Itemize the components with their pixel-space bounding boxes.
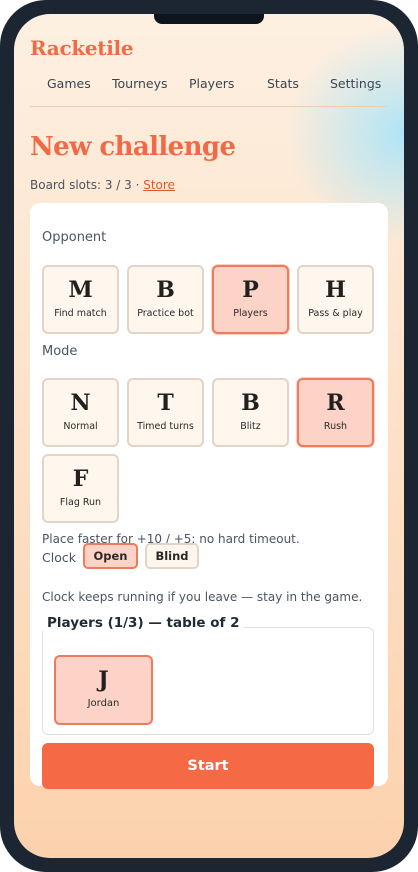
tile-letter: B bbox=[241, 390, 260, 416]
app-header: Racketile Games Tourneys Players Stats S… bbox=[14, 14, 404, 114]
clock-open-option[interactable]: Open bbox=[83, 543, 138, 569]
nav-tourneys[interactable]: Tourneys bbox=[112, 76, 168, 91]
tile-label: Rush bbox=[323, 421, 348, 432]
tile-label: Blitz bbox=[240, 421, 261, 432]
tile-letter: H bbox=[325, 277, 346, 303]
tile-label: Flag Run bbox=[59, 497, 102, 508]
challenge-form: Opponent M Find match B Practice bot P P… bbox=[30, 203, 388, 789]
board-slots-text: Board slots: 3 / 3 · bbox=[30, 178, 144, 192]
player-tile-jordan[interactable]: J Jordan bbox=[54, 655, 153, 725]
mode-blitz[interactable]: B Blitz bbox=[212, 378, 289, 447]
clock-label: Clock bbox=[42, 550, 76, 565]
nav-divider bbox=[30, 106, 388, 107]
tile-letter: M bbox=[68, 277, 93, 303]
tile-letter: F bbox=[72, 466, 89, 492]
player-initial: J bbox=[98, 667, 109, 693]
players-legend: Players (1/3) — table of 2 bbox=[42, 615, 245, 631]
phone-frame: Racketile Games Tourneys Players Stats S… bbox=[0, 0, 418, 872]
store-link[interactable]: Store bbox=[143, 178, 175, 192]
tile-letter: B bbox=[156, 277, 175, 303]
mode-timed-turns[interactable]: T Timed turns bbox=[127, 378, 204, 447]
tile-letter: P bbox=[242, 277, 259, 303]
tile-letter: N bbox=[70, 390, 91, 416]
start-button[interactable]: Start bbox=[42, 743, 374, 789]
nav-players[interactable]: Players bbox=[189, 76, 234, 91]
brand-logo[interactable]: Racketile bbox=[30, 36, 134, 60]
opponent-label: Opponent bbox=[42, 230, 107, 245]
mode-flag-run[interactable]: F Flag Run bbox=[42, 454, 119, 523]
clock-hint: Clock keeps running if you leave — stay … bbox=[42, 590, 363, 604]
app-screen: Racketile Games Tourneys Players Stats S… bbox=[14, 14, 404, 858]
opponent-players[interactable]: P Players bbox=[212, 265, 289, 334]
opponent-find-match[interactable]: M Find match bbox=[42, 265, 119, 334]
nav-settings[interactable]: Settings bbox=[330, 76, 381, 91]
tile-label: Practice bot bbox=[137, 308, 194, 319]
tile-label: Timed turns bbox=[137, 421, 194, 432]
clock-blind-option[interactable]: Blind bbox=[145, 543, 199, 569]
mode-label: Mode bbox=[42, 344, 78, 359]
board-slots: Board slots: 3 / 3 · Store bbox=[30, 178, 175, 192]
opponent-pass-and-play[interactable]: H Pass & play bbox=[297, 265, 374, 334]
mode-rush[interactable]: R Rush bbox=[297, 378, 374, 447]
main-nav: Games Tourneys Players Stats Settings bbox=[14, 76, 404, 98]
tile-label: Players bbox=[233, 308, 268, 319]
nav-stats[interactable]: Stats bbox=[267, 76, 299, 91]
mode-normal[interactable]: N Normal bbox=[42, 378, 119, 447]
opponent-practice-bot[interactable]: B Practice bot bbox=[127, 265, 204, 334]
tile-label: Pass & play bbox=[308, 308, 363, 319]
tile-letter: R bbox=[326, 390, 345, 416]
tile-letter: T bbox=[157, 390, 174, 416]
tile-label: Find match bbox=[54, 308, 107, 319]
player-name: Jordan bbox=[87, 698, 120, 709]
tile-label: Normal bbox=[63, 421, 98, 432]
page-title: New challenge bbox=[30, 132, 236, 162]
nav-games[interactable]: Games bbox=[47, 76, 91, 91]
